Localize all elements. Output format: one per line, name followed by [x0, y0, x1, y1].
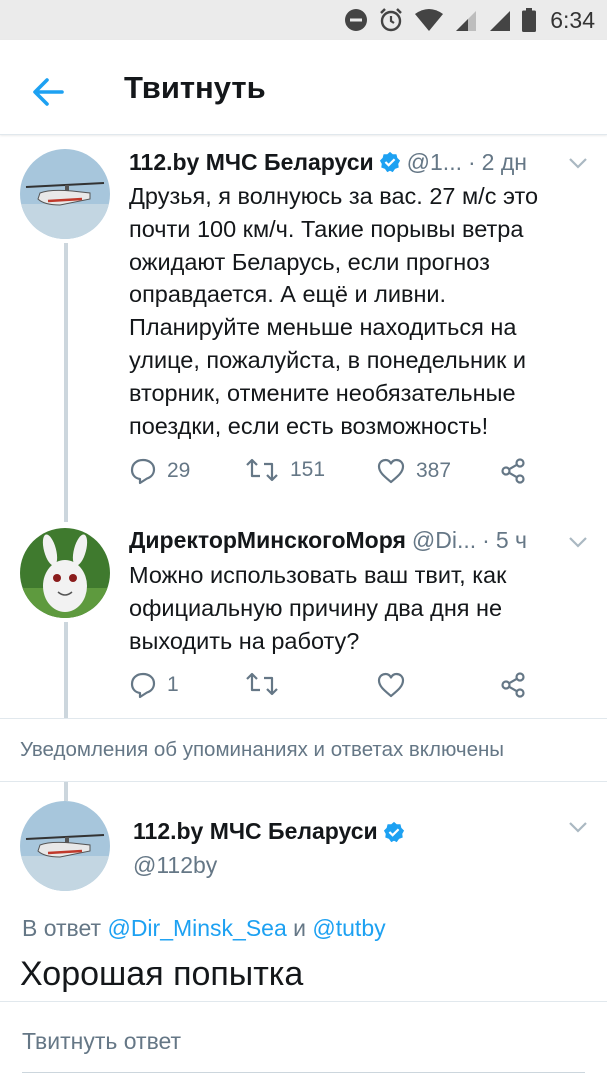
back-button[interactable]: [28, 72, 68, 112]
mention-link[interactable]: @Dir_Minsk_Sea: [107, 915, 286, 941]
tweet-header: ДиректорМинскогоМоря @Di... · 5 ч: [129, 527, 527, 554]
share-button[interactable]: [499, 671, 527, 699]
alarm-icon: [380, 8, 403, 32]
reply-count: 1: [167, 673, 179, 696]
reply-input[interactable]: Твитнуть ответ: [22, 1028, 181, 1055]
like-button[interactable]: [376, 671, 416, 699]
retweet-button[interactable]: 151: [244, 457, 325, 483]
signal-icon: [490, 11, 511, 31]
tweet-time: 2 дн: [481, 149, 527, 175]
tweet-time: 5 ч: [495, 527, 527, 553]
share-button[interactable]: [499, 457, 527, 485]
heart-icon: [377, 458, 405, 484]
avatar[interactable]: [20, 528, 110, 618]
signal-icon: [456, 11, 477, 31]
page-title: Твитнуть: [124, 70, 266, 105]
like-button[interactable]: 387: [376, 457, 451, 485]
reply-to-line: В ответ @Dir_Minsk_Sea и @tutby: [22, 915, 386, 942]
retweet-icon: [246, 458, 278, 482]
tweet-actions: 1: [129, 671, 549, 701]
separator: ·: [467, 149, 476, 175]
dnd-icon: [345, 9, 368, 31]
verified-badge-icon: [383, 821, 404, 842]
share-icon: [501, 458, 525, 484]
main-author: 112.by МЧС Беларуси: [133, 818, 405, 845]
status-bar: 6:34: [0, 0, 607, 40]
status-icons: 6:34: [344, 7, 595, 33]
reply-icon: [130, 672, 156, 699]
wifi-icon: [415, 9, 444, 31]
tweet-header: 112.by МЧС Беларуси @1... · 2 дн: [129, 148, 527, 176]
main-tweet-text: Хорошая попытка: [20, 955, 304, 993]
author-handle: @Di...: [411, 527, 477, 553]
chevron-down-icon[interactable]: [568, 535, 588, 549]
chevron-down-icon[interactable]: [568, 820, 588, 834]
thread-line: [64, 243, 68, 522]
retweet-icon: [246, 672, 278, 696]
avatar[interactable]: [20, 149, 110, 239]
author-handle: @112by: [133, 852, 218, 878]
status-time: 6:34: [550, 6, 595, 33]
author-name[interactable]: 112.by МЧС Беларуси: [129, 149, 374, 176]
notification-notice: Уведомления об упоминаниях и ответах вкл…: [20, 738, 505, 761]
heart-icon: [377, 672, 405, 698]
reply-button[interactable]: 29: [129, 457, 190, 485]
battery-icon: [522, 8, 537, 32]
tweet-text: Можно использовать ваш твит, как официал…: [129, 562, 507, 654]
reply-button[interactable]: 1: [129, 671, 179, 699]
chevron-down-icon[interactable]: [568, 156, 588, 170]
conjunction: и: [293, 915, 307, 941]
reply-prefix: В ответ: [22, 915, 102, 941]
divider: [0, 781, 607, 782]
retweet-count: 151: [290, 458, 326, 481]
app-bar: Твитнуть: [0, 40, 607, 135]
thread-line: [64, 622, 68, 718]
retweet-button[interactable]: [244, 671, 290, 697]
verified-badge-icon: [379, 151, 400, 173]
reply-count: 29: [167, 459, 191, 482]
input-underline: [22, 1072, 585, 1073]
tweet-text: Друзья, я волнуюсь за вас. 27 м/с это по…: [129, 183, 539, 439]
divider: [0, 718, 607, 719]
separator: ·: [482, 527, 490, 553]
author-handle: @1...: [406, 149, 462, 175]
author-name[interactable]: 112.by МЧС Беларуси: [133, 818, 378, 845]
thread-line: [64, 781, 68, 801]
tweet-actions: 29 151 387: [129, 457, 549, 487]
share-icon: [501, 672, 525, 698]
divider: [0, 1001, 607, 1002]
arrow-left-icon: [33, 78, 64, 106]
reply-icon: [130, 458, 156, 485]
author-name[interactable]: ДиректорМинскогоМоря: [129, 527, 406, 554]
mention-link[interactable]: @tutby: [312, 915, 385, 941]
like-count: 387: [416, 459, 452, 482]
avatar[interactable]: [20, 801, 110, 891]
